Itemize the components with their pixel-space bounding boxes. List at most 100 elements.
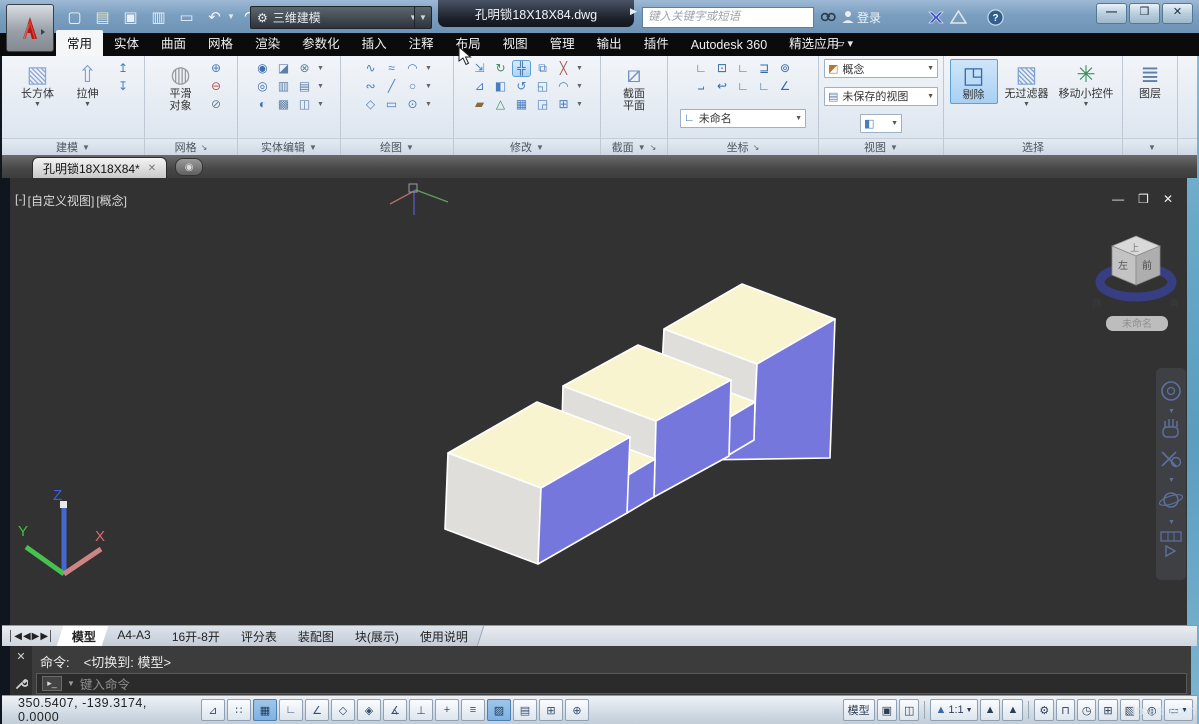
panel-expand-icon[interactable]: ▼	[309, 143, 317, 152]
undo-icon[interactable]: ↶	[208, 8, 221, 26]
dialog-launcher-icon[interactable]: ↘	[201, 143, 208, 152]
ribbon-tab-注释[interactable]: 注释	[398, 30, 445, 56]
new-icon[interactable]: ▢	[67, 8, 81, 26]
separate-icon[interactable]: ◫	[296, 97, 313, 112]
chevron-down-icon[interactable]: ▼	[795, 115, 802, 122]
chevron-down-icon[interactable]: ▼	[317, 65, 324, 72]
saveas-icon[interactable]: ▥	[151, 8, 165, 26]
command-input[interactable]: ▸_ ▼ 键入命令	[36, 673, 1187, 694]
spline-icon[interactable]: ∾	[362, 79, 379, 94]
viewport-config-dropdown[interactable]: ◧▼	[860, 114, 902, 133]
ribbon-tab-参数化[interactable]: 参数化	[291, 30, 351, 56]
panel-title[interactable]: 视图▼	[819, 138, 943, 155]
ucs-l-icon[interactable]: ∟	[735, 61, 752, 76]
smooth-less-icon[interactable]: ⊖	[208, 79, 225, 94]
panel-title[interactable]: 实体编辑▼	[238, 138, 340, 155]
ortho-mode-toggle[interactable]: ∟	[279, 699, 303, 721]
open-icon[interactable]: ▤	[95, 8, 109, 26]
drawing-viewport[interactable]: [-][自定义视图][概念] — ❒ ✕ ZYX上左前西南未命名▼▼▼	[10, 178, 1187, 625]
polygon-icon[interactable]: ◇	[362, 97, 379, 112]
culling-icon[interactable]: ◳	[963, 62, 985, 88]
ucs-3point-icon[interactable]: ∠	[777, 79, 794, 94]
gizmo-move-icon[interactable]: ✳	[1076, 61, 1095, 87]
section-plane-icon[interactable]: ⧄	[627, 61, 642, 87]
file-tab-active[interactable]: 孔明锁18X18X84* ✕	[32, 157, 167, 178]
fillet-icon[interactable]: ◠	[555, 79, 572, 94]
autodesk360-icon[interactable]	[950, 10, 967, 24]
ucs-named-dropdown[interactable]: ∟未命名▼	[680, 109, 806, 128]
quick-properties-toggle[interactable]: ▤	[513, 699, 537, 721]
viewport-config-icon[interactable]: ◧	[864, 117, 874, 130]
ribbon-tab-输出[interactable]: 输出	[586, 30, 633, 56]
quick-view-layouts-button[interactable]: ▣	[877, 699, 897, 721]
subtract-icon[interactable]: ◎	[254, 79, 271, 94]
panel-expand-icon[interactable]: ▼	[890, 143, 898, 152]
ribbon-tab-视图[interactable]: 视图	[492, 30, 539, 56]
search-icon[interactable]	[820, 11, 836, 24]
lineweight-toggle[interactable]: ≡	[461, 699, 485, 721]
dialog-launcher-icon[interactable]: ↘	[753, 143, 760, 152]
intersect-icon[interactable]: ◐	[254, 97, 271, 112]
ellipse-icon[interactable]: ⊙	[404, 97, 421, 112]
ucs-object-icon[interactable]: ⊚	[777, 61, 794, 76]
saveas-button[interactable]: ▥	[146, 6, 171, 28]
array-icon[interactable]: ▦	[513, 97, 530, 112]
plot-button[interactable]: ▭	[174, 6, 199, 28]
circle-icon[interactable]: ○	[404, 79, 421, 94]
interfere-icon[interactable]: ⊗	[296, 61, 313, 76]
infer-constraints-toggle[interactable]: ⊿	[201, 699, 225, 721]
smooth-object-icon[interactable]: ◍	[170, 61, 190, 87]
layers-button[interactable]: ≣图层	[1127, 59, 1173, 102]
workspace-switching-button[interactable]: ⚙	[1034, 699, 1054, 721]
command-line-main[interactable]: 命令: <切换到: 模型> ▸_ ▼ 键入命令	[32, 646, 1191, 695]
explode-icon[interactable]: ⊞	[555, 97, 572, 112]
layout-tab-块(展示)[interactable]: 块(展示)	[339, 625, 415, 647]
panel-title[interactable]: 建模▼	[2, 138, 144, 155]
panel-expand-icon[interactable]: ▼	[638, 143, 646, 152]
chevron-down-icon[interactable]: ▼	[425, 65, 432, 72]
chevron-down-icon[interactable]: ▼	[1083, 101, 1090, 108]
chevron-down-icon[interactable]: ▼	[927, 65, 934, 72]
ribbon-tab-Autodesk 360[interactable]: Autodesk 360	[680, 35, 778, 56]
workspace-overflow-button[interactable]: ▼	[414, 6, 432, 29]
annotation-scale-button[interactable]: ▲1:1▼	[930, 699, 977, 721]
polyline-icon[interactable]: ∿	[362, 61, 379, 76]
ucs-previous-icon[interactable]: ↩	[714, 79, 731, 94]
panel-title[interactable]: ▼	[1123, 138, 1177, 155]
minimize-button[interactable]: —	[1096, 3, 1127, 24]
gizmo-move-button[interactable]: ✳移动小控件▼	[1056, 59, 1117, 110]
lock-ui-button[interactable]: ⊓	[1056, 699, 1075, 721]
chevron-down-icon[interactable]: ▼	[34, 101, 41, 108]
layout-tab-使用说明[interactable]: 使用说明	[404, 625, 484, 647]
group-icon[interactable]: ⧈	[1196, 61, 1197, 87]
move-icon[interactable]: ╬	[513, 61, 530, 76]
polar-tracking-toggle[interactable]: ∠	[305, 699, 329, 721]
open-button[interactable]: ▤	[90, 6, 115, 28]
ucs-world-icon[interactable]: ⊡	[714, 61, 731, 76]
close-icon[interactable]: ✕	[148, 163, 156, 174]
ribbon-tab-网格[interactable]: 网格	[197, 30, 244, 56]
grid-display-toggle[interactable]: ▦	[253, 699, 277, 721]
close-commandline-icon[interactable]: ✕	[16, 650, 25, 663]
panel-title[interactable]: 截面▼↘	[601, 138, 667, 155]
filter-icon[interactable]: ▧	[1016, 61, 1038, 87]
annotation-autoscale-button[interactable]: ▲	[1002, 699, 1023, 721]
extrude-icon[interactable]: ⇧	[78, 61, 97, 87]
panel-title[interactable]: 绘图▼	[341, 138, 453, 155]
chevron-down-icon[interactable]: ▼	[891, 120, 898, 127]
chevron-down-icon[interactable]: ▼	[1168, 477, 1175, 484]
chevron-down-icon[interactable]: ▼	[67, 679, 75, 688]
quick-view-drawings-button[interactable]: ◫	[899, 699, 919, 721]
slice-icon[interactable]: ◪	[275, 61, 292, 76]
chevron-down-icon[interactable]: ▼	[1168, 408, 1175, 415]
application-menu-button[interactable]	[6, 4, 54, 52]
panel-expand-icon[interactable]: ▼	[82, 143, 90, 152]
presspull-icon[interactable]: ↥	[115, 61, 132, 76]
first-tab-icon[interactable]: │◀	[8, 631, 22, 642]
chevron-down-icon[interactable]: ▼	[576, 101, 583, 108]
hardware-acceleration-button[interactable]: ⊞	[1098, 699, 1117, 721]
save-button[interactable]: ▣	[118, 6, 143, 28]
chevron-down-icon[interactable]: ▼	[1168, 519, 1175, 526]
3d-object-snap-toggle[interactable]: ◈	[357, 699, 381, 721]
dynamic-input-toggle[interactable]: +	[435, 699, 459, 721]
